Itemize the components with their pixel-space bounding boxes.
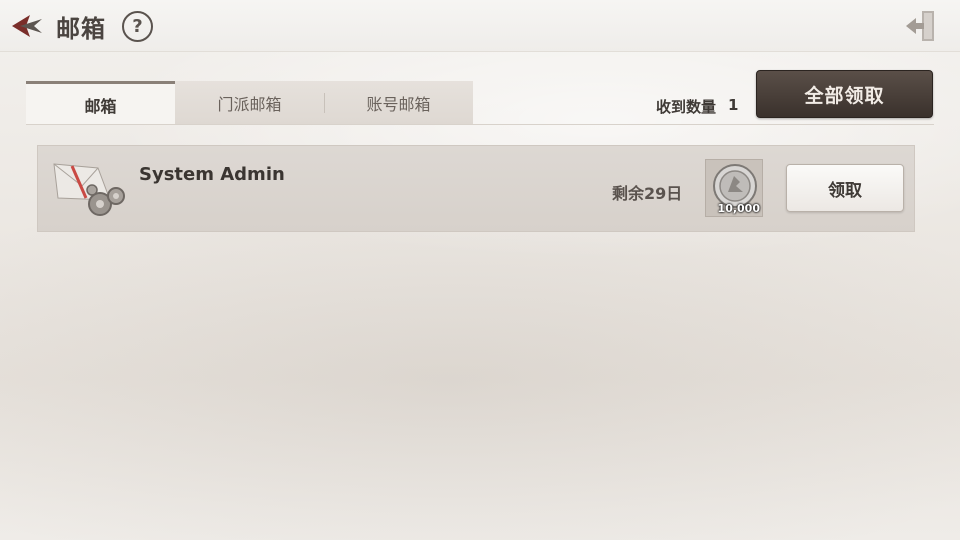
tab-account-mailbox[interactable]: 账号邮箱: [324, 81, 473, 125]
help-button[interactable]: ?: [122, 11, 153, 42]
mail-list: System Admin 剩余29日 10,000 领取: [37, 145, 915, 232]
tab-divider: [324, 93, 325, 113]
tab-mailbox[interactable]: 邮箱: [26, 81, 175, 125]
claim-button[interactable]: 领取: [786, 164, 904, 212]
mail-sender: System Admin: [139, 164, 285, 185]
mail-tabs: 邮箱 门派邮箱 账号邮箱: [26, 81, 473, 125]
system-mail-icon: [52, 160, 128, 218]
header-bar: 邮箱 ?: [0, 0, 960, 52]
tab-divider-line: [26, 124, 934, 125]
tab-label: 邮箱: [84, 96, 117, 116]
mail-item[interactable]: System Admin 剩余29日 10,000 领取: [37, 145, 915, 232]
reward-amount: 10,000: [717, 202, 760, 215]
exit-button[interactable]: [902, 8, 938, 44]
tab-sect-mailbox[interactable]: 门派邮箱: [175, 81, 324, 125]
received-count-value: 1: [728, 96, 739, 114]
claim-all-button[interactable]: 全部领取: [756, 70, 933, 118]
back-button[interactable]: [8, 10, 48, 42]
reward-item-slot[interactable]: 10,000: [705, 159, 763, 217]
page-title: 邮箱: [56, 15, 106, 43]
tab-label: 门派邮箱: [217, 95, 282, 114]
received-count-label: 收到数量: [656, 98, 717, 116]
mail-remaining-days: 剩余29日: [612, 184, 683, 203]
back-arrow-icon: [12, 15, 42, 37]
exit-icon: [906, 11, 934, 41]
tab-label: 账号邮箱: [366, 95, 431, 114]
